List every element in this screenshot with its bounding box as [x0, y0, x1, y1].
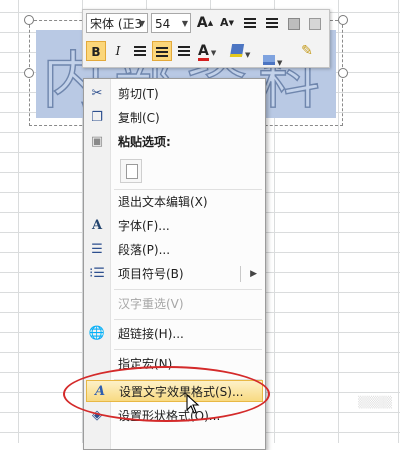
paragraph-icon: ☰	[91, 242, 103, 257]
menu-item-label: 汉字重选(V)	[118, 297, 184, 311]
menu-separator	[114, 349, 262, 350]
menu-separator	[114, 189, 262, 190]
menu-item-label: 超链接(H)...	[118, 327, 184, 341]
grow-font-icon: A	[196, 15, 208, 31]
menu-item-label: 退出文本编辑(X)	[118, 195, 208, 209]
italic-button[interactable]: I	[108, 41, 128, 61]
menu-item-label: 粘贴选项:	[118, 135, 171, 149]
shape-outline-button[interactable]: ▼	[263, 41, 289, 67]
font-name-value: 宋体 (正3	[90, 17, 143, 31]
align-center-button[interactable]	[152, 41, 172, 61]
font-size-combo[interactable]: 54 ▼	[151, 13, 191, 33]
menu-item-label: 剪切(T)	[118, 87, 159, 101]
menu-item-paragraph[interactable]: ☰ 段落(P)...	[84, 239, 265, 261]
annotation-oval	[63, 366, 270, 422]
align-right-button[interactable]	[174, 41, 194, 61]
resize-handle-right[interactable]	[338, 68, 348, 78]
paint-bucket-icon	[229, 44, 245, 57]
font-color-button[interactable]: A ▼	[198, 41, 224, 61]
grid-column-line	[398, 0, 399, 443]
align-left-button[interactable]	[130, 41, 150, 61]
grid-column-line	[18, 0, 19, 443]
mini-toolbar: 宋体 (正3 ▼ 54 ▼ A▲ A▼ B I A ▼ ▼ ▼ ✎	[82, 9, 330, 68]
menu-separator	[114, 319, 262, 320]
shrink-font-button[interactable]: A▼	[217, 13, 237, 33]
shape-fill-button[interactable]: ▼	[229, 41, 257, 61]
resize-handle-top-right[interactable]	[338, 15, 348, 25]
scissors-icon: ✂	[91, 86, 103, 101]
paste-icon	[126, 164, 138, 179]
resize-handle-left[interactable]	[24, 68, 34, 78]
decrease-indent-button[interactable]	[240, 13, 260, 33]
align-right-icon	[178, 46, 190, 56]
chevron-down-icon: ▼	[181, 19, 188, 28]
bring-forward-button[interactable]	[284, 13, 304, 33]
menu-item-reconversion: 汉字重选(V)	[84, 293, 265, 315]
bullets-icon: ⁝☰	[89, 266, 105, 281]
font-color-icon: A	[198, 43, 209, 61]
menu-item-bullets[interactable]: ⁝☰ 项目符号(B) ▶	[84, 263, 265, 285]
font-size-value: 54	[155, 17, 171, 31]
menu-item-cut[interactable]: ✂ 剪切(T)	[84, 83, 265, 105]
menu-item-label: 段落(P)...	[118, 243, 171, 257]
paste-keep-formatting-button[interactable]	[120, 159, 142, 183]
submenu-arrow-icon[interactable]: ▶	[250, 265, 257, 283]
clipboard-icon: ▣	[90, 134, 104, 149]
chevron-down-icon: ▼	[138, 19, 145, 28]
shrink-font-icon: A	[220, 16, 229, 29]
menu-item-copy[interactable]: ❐ 复制(C)	[84, 107, 265, 129]
menu-item-paste-options: ▣ 粘贴选项:	[84, 131, 265, 153]
increase-indent-icon	[266, 18, 278, 28]
italic-icon: I	[115, 44, 121, 58]
hyperlink-icon: 🌐	[88, 326, 106, 341]
menu-item-font[interactable]: A 字体(F)...	[84, 215, 265, 237]
submenu-divider	[240, 266, 241, 282]
copy-icon: ❐	[91, 110, 103, 125]
increase-indent-button[interactable]	[262, 13, 282, 33]
format-painter-button[interactable]: ✎	[297, 41, 317, 61]
resize-handle-top-left[interactable]	[24, 15, 34, 25]
send-backward-icon	[309, 18, 321, 30]
menu-item-label: 字体(F)...	[118, 219, 170, 233]
decrease-indent-icon	[244, 18, 256, 28]
font-icon: A	[91, 218, 103, 233]
pen-icon	[263, 55, 275, 65]
menu-item-hyperlink[interactable]: 🌐 超链接(H)...	[84, 323, 265, 345]
menu-separator	[114, 289, 262, 290]
align-left-icon	[134, 46, 146, 56]
bring-forward-icon	[288, 18, 300, 30]
brush-icon: ✎	[301, 43, 313, 59]
menu-item-label: 复制(C)	[118, 111, 160, 125]
mouse-cursor-icon	[186, 394, 200, 414]
menu-item-label: 项目符号(B)	[118, 267, 184, 281]
align-center-icon	[156, 47, 168, 57]
watermark: ▒▒▒▒	[358, 396, 392, 409]
grow-font-button[interactable]: A▲	[195, 13, 215, 33]
bold-button[interactable]: B	[86, 41, 106, 61]
bold-icon: B	[91, 45, 101, 59]
menu-item-exit-text-edit[interactable]: 退出文本编辑(X)	[84, 191, 265, 213]
send-backward-button[interactable]	[305, 13, 325, 33]
font-name-combo[interactable]: 宋体 (正3 ▼	[86, 13, 148, 33]
